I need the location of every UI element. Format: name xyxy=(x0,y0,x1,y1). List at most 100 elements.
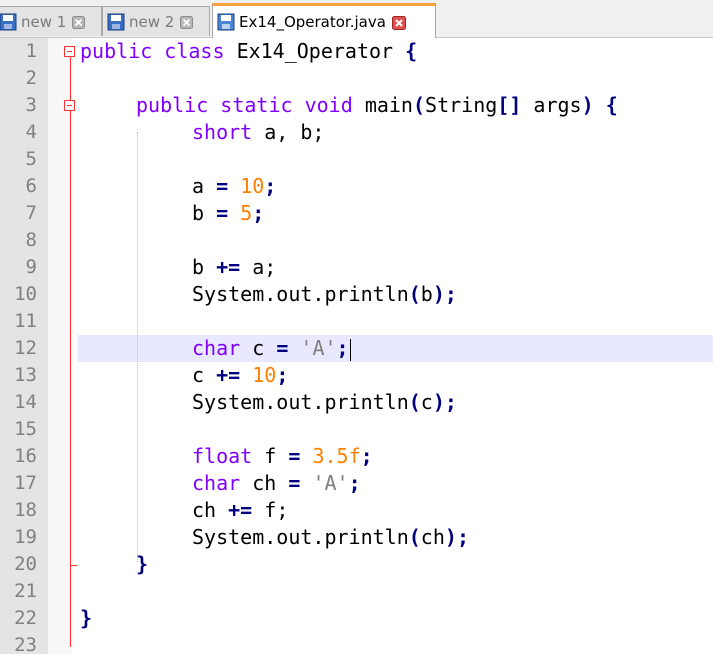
identifier: Ex14_Operator xyxy=(236,39,394,63)
semicolon: ; xyxy=(348,471,361,495)
identifier: args xyxy=(533,93,582,117)
semicolon: ; xyxy=(336,336,349,360)
close-icon[interactable] xyxy=(72,15,86,29)
number-literal: 10 xyxy=(252,363,277,387)
keyword: public xyxy=(136,93,209,117)
fold-minus-icon[interactable] xyxy=(64,46,75,57)
line-number: 18 xyxy=(14,499,37,521)
char-literal: 'A' xyxy=(312,471,349,495)
indent-guide xyxy=(137,132,138,562)
fold-minus-icon[interactable] xyxy=(64,100,75,111)
identifier: b xyxy=(192,201,205,225)
line-number: 2 xyxy=(25,67,37,89)
code-line-18[interactable]: ch += f; xyxy=(192,497,288,524)
identifier: System.out.println xyxy=(192,282,409,306)
identifier: System.out.println xyxy=(192,390,409,414)
code-line-12[interactable]: char c = 'A'; xyxy=(192,335,351,362)
line-number: 21 xyxy=(14,580,37,602)
keyword: static xyxy=(220,93,293,117)
floppy-disk-icon xyxy=(107,13,125,31)
operator: = xyxy=(288,444,301,468)
identifier: ch xyxy=(420,525,445,549)
tab-new-1[interactable]: new 1 xyxy=(0,6,102,36)
line-number: 16 xyxy=(14,445,37,467)
code-line-7[interactable]: b = 5; xyxy=(192,200,264,227)
type-keyword: short xyxy=(192,120,253,144)
operator: += xyxy=(216,255,241,279)
code-line-17[interactable]: char ch = 'A'; xyxy=(192,470,361,497)
line-number: 17 xyxy=(14,472,37,494)
floppy-disk-icon xyxy=(0,13,17,31)
line-number: 10 xyxy=(14,283,37,305)
tab-label: Ex14_Operator.java xyxy=(239,13,386,31)
code-line-6[interactable]: a = 10; xyxy=(192,173,276,200)
keyword: class xyxy=(164,39,225,63)
paren: ) xyxy=(432,390,445,414)
code-line-1[interactable]: public class Ex14_Operator { xyxy=(80,38,417,65)
code-line-19[interactable]: System.out.println(ch); xyxy=(192,524,469,551)
semicolon: ; xyxy=(456,525,469,549)
code-line-10[interactable]: System.out.println(b); xyxy=(192,281,457,308)
current-line-highlight xyxy=(78,335,713,362)
type-keyword: char xyxy=(192,336,241,360)
fold-end-marker xyxy=(70,565,77,566)
code-line-20[interactable]: } xyxy=(136,551,148,578)
number-literal: 10 xyxy=(240,174,265,198)
paren: ) xyxy=(432,282,445,306)
code-line-13[interactable]: c += 10; xyxy=(192,362,288,389)
brackets: [] xyxy=(497,93,522,117)
semicolon: ; xyxy=(360,444,373,468)
tab-label: new 2 xyxy=(129,12,175,31)
brace: } xyxy=(80,606,93,630)
code-editor[interactable]: 1 2 3 4 5 6 7 8 9 10 11 12 13 14 15 16 1… xyxy=(0,38,713,654)
identifier: String xyxy=(425,93,498,117)
line-number: 22 xyxy=(14,607,37,629)
semicolon: ; xyxy=(264,174,277,198)
identifier: System.out.println xyxy=(192,525,409,549)
line-number: 1 xyxy=(25,40,37,62)
identifier: f xyxy=(264,444,277,468)
line-number: 7 xyxy=(25,202,37,224)
identifier: c xyxy=(192,363,205,387)
line-number: 12 xyxy=(14,337,37,359)
keyword: public xyxy=(80,39,153,63)
number-literal: 5 xyxy=(240,201,253,225)
line-number: 15 xyxy=(14,418,37,440)
paren: ( xyxy=(408,390,421,414)
code-line-16[interactable]: float f = 3.5f; xyxy=(192,443,373,470)
operator: = xyxy=(216,201,229,225)
line-number: 14 xyxy=(14,391,37,413)
identifier: main xyxy=(364,93,413,117)
close-icon[interactable] xyxy=(391,15,406,30)
code-line-22[interactable]: } xyxy=(80,605,92,632)
code-line-4[interactable]: short a, b; xyxy=(192,119,324,146)
tab-ex14-operator[interactable]: Ex14_Operator.java xyxy=(212,3,436,38)
line-number: 6 xyxy=(25,175,37,197)
tab-new-2[interactable]: new 2 xyxy=(102,6,210,36)
operator: = xyxy=(288,471,301,495)
identifier: b xyxy=(192,255,205,279)
tab-bar: new 1 new 2 Ex14_Operator.java xyxy=(0,0,713,38)
semicolon: ; xyxy=(276,363,289,387)
identifier: ch xyxy=(192,498,217,522)
line-number: 8 xyxy=(25,229,37,251)
identifier: c xyxy=(252,336,265,360)
floppy-disk-icon xyxy=(217,13,235,31)
code-line-3[interactable]: public static void main(String[] args) { xyxy=(136,92,618,119)
line-number: 13 xyxy=(14,364,37,386)
operator: += xyxy=(228,498,253,522)
paren: ) xyxy=(444,525,457,549)
close-icon[interactable] xyxy=(180,15,194,29)
char-literal: 'A' xyxy=(300,336,337,360)
code-line-9[interactable]: b += a; xyxy=(192,254,276,281)
operator: = xyxy=(216,174,229,198)
line-number: 3 xyxy=(25,94,37,116)
keyword: void xyxy=(304,93,353,117)
fold-margin xyxy=(48,38,72,654)
line-number: 19 xyxy=(14,526,37,548)
brace: { xyxy=(605,93,618,117)
identifier: a; xyxy=(252,255,277,279)
paren: ( xyxy=(412,93,426,117)
code-line-14[interactable]: System.out.println(c); xyxy=(192,389,457,416)
line-number: 11 xyxy=(14,310,37,332)
